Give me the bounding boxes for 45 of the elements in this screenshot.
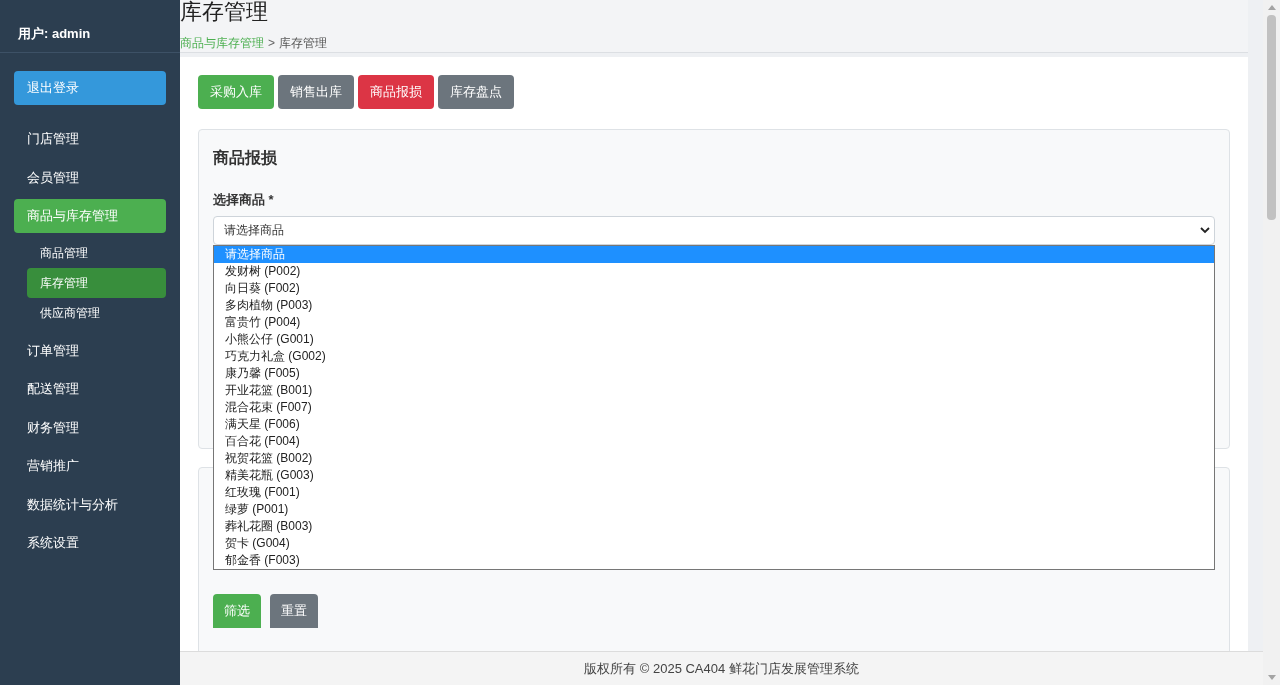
- submenu-item[interactable]: 商品管理: [27, 237, 166, 268]
- dropdown-option[interactable]: 开业花篮 (B001): [214, 381, 1214, 399]
- menu-item[interactable]: 数据统计与分析: [14, 487, 166, 522]
- page-title: 库存管理: [180, 0, 269, 25]
- action-button[interactable]: 商品报损: [358, 75, 434, 109]
- scrollbar-thumb[interactable]: [1267, 15, 1276, 220]
- dropdown-option[interactable]: 多肉植物 (P003): [214, 296, 1214, 314]
- dropdown-option[interactable]: 郁金香 (F003): [214, 551, 1214, 569]
- menu-item[interactable]: 配送管理: [14, 372, 166, 406]
- dropdown-option[interactable]: 小熊公仔 (G001): [214, 330, 1214, 348]
- copyright-text: 版权所有 © 2025 CA404 鲜花门店发展管理系统: [584, 659, 859, 678]
- product-select[interactable]: 请选择商品: [213, 215, 1215, 245]
- dropdown-option[interactable]: 葬礼花圈 (B003): [214, 517, 1214, 535]
- dropdown-option[interactable]: 康乃馨 (F005): [214, 364, 1214, 382]
- dropdown-option[interactable]: 贺卡 (G004): [214, 534, 1214, 552]
- breadcrumb-separator: >: [268, 35, 275, 52]
- panel-title: 商品报损: [213, 148, 278, 168]
- action-button[interactable]: 库存盘点: [438, 75, 514, 109]
- filter-button[interactable]: 重置: [270, 594, 318, 628]
- menu-item[interactable]: 系统设置: [14, 526, 166, 560]
- dropdown-option[interactable]: 绿萝 (P001): [214, 500, 1214, 518]
- menu-item[interactable]: 会员管理: [14, 160, 166, 195]
- dropdown-option[interactable]: 发财树 (P002): [214, 262, 1214, 280]
- dropdown-option[interactable]: 红玫瑰 (F001): [214, 483, 1214, 501]
- scroll-down-icon[interactable]: [1267, 675, 1276, 680]
- menu-item[interactable]: 订单管理: [14, 333, 166, 368]
- menu-item[interactable]: 门店管理: [14, 122, 166, 156]
- dropdown-option[interactable]: 精美花瓶 (G003): [214, 466, 1214, 484]
- dropdown-option[interactable]: 向日葵 (F002): [214, 279, 1214, 297]
- field-label: 选择商品 *: [213, 191, 275, 209]
- menu-item[interactable]: 财务管理: [14, 410, 166, 445]
- dropdown-option[interactable]: 富贵竹 (P004): [214, 313, 1214, 331]
- action-button[interactable]: 销售出库: [278, 75, 354, 109]
- chevron-down-icon: [1200, 226, 1210, 234]
- submenu-item[interactable]: 供应商管理: [27, 297, 166, 328]
- scroll-up-icon[interactable]: [1267, 5, 1276, 10]
- submenu-item[interactable]: 库存管理: [27, 267, 166, 298]
- breadcrumb-current: 库存管理: [279, 35, 327, 52]
- user-label: 用户: admin: [18, 25, 91, 44]
- menu-item[interactable]: 营销推广: [14, 449, 166, 483]
- dropdown-option[interactable]: 满天星 (F006): [214, 415, 1214, 433]
- dropdown-option[interactable]: 祝贺花篮 (B002): [214, 449, 1214, 467]
- dropdown-option[interactable]: 百合花 (F004): [214, 432, 1214, 450]
- dropdown-option[interactable]: 混合花束 (F007): [214, 398, 1214, 416]
- dropdown-option[interactable]: 巧克力礼盒 (G002): [214, 347, 1214, 365]
